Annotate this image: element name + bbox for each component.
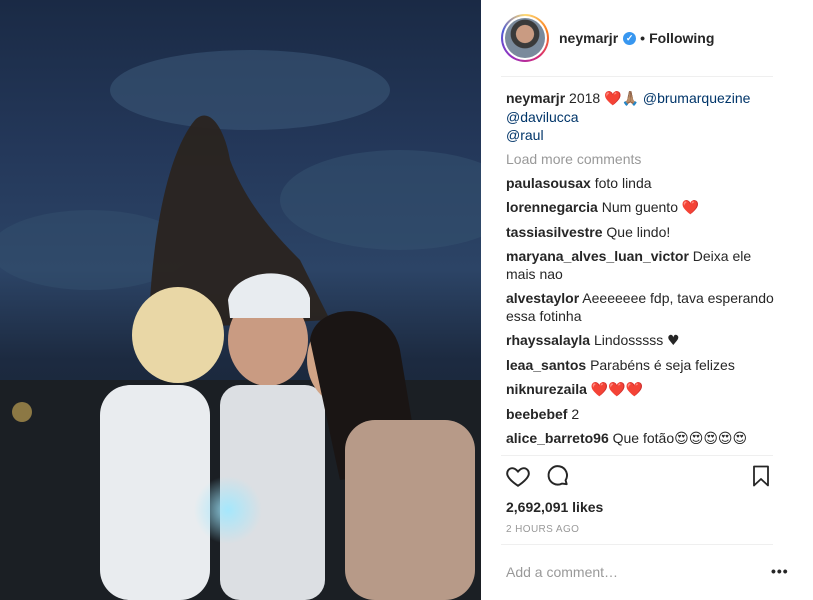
comment-item: alice_barreto96 Que fotão😍😍😍😍😍 bbox=[506, 429, 776, 448]
comment-item: niknurezaila ❤️❤️❤️ bbox=[506, 380, 776, 399]
comment-text: 2 bbox=[571, 406, 580, 422]
mention-link[interactable]: @davilucca bbox=[506, 108, 776, 126]
heart-emoji: ❤️❤️❤️ bbox=[590, 382, 644, 398]
comment-username[interactable]: niknurezaila bbox=[506, 381, 587, 397]
comment-username[interactable]: rhayssalayla bbox=[506, 332, 590, 348]
divider bbox=[501, 544, 773, 545]
verified-badge-icon: ✓ bbox=[623, 31, 637, 45]
comment-username[interactable]: leaa_santos bbox=[506, 357, 586, 373]
comment-username[interactable]: beebebef bbox=[506, 406, 567, 422]
likes-count[interactable]: 2,692,091 likes bbox=[506, 499, 603, 515]
comment-text: Que fotão bbox=[612, 430, 675, 446]
comment-item: alvestaylor Aeeeeeee fdp, tava esperando… bbox=[506, 289, 776, 325]
load-more-comments-button[interactable]: Load more comments bbox=[506, 150, 776, 168]
comment-username[interactable]: alice_barreto96 bbox=[506, 430, 609, 446]
header-separator: • bbox=[640, 30, 646, 46]
comment-text: Que lindo! bbox=[606, 224, 671, 240]
comment-bubble-icon[interactable] bbox=[545, 463, 573, 491]
comment-item: beebebef 2 bbox=[506, 405, 776, 423]
post-timestamp[interactable]: 2 HOURS AGO bbox=[506, 524, 579, 535]
bookmark-icon[interactable] bbox=[749, 463, 777, 491]
comment-item: rhayssalayla Lindosssss ♥ bbox=[506, 331, 776, 350]
comment-item: lorennegarcia Num guento ❤️ bbox=[506, 198, 776, 217]
pray-emoji: 🙏🏽 bbox=[621, 91, 639, 107]
heart-emoji: ❤️ bbox=[604, 91, 622, 107]
comment-text: Lindosssss bbox=[593, 332, 664, 348]
heart-eyes-emoji: 😍😍😍😍😍 bbox=[674, 431, 748, 447]
post-header: neymarjr ✓ • Following bbox=[501, 13, 773, 63]
comment-item: tassiasilvestre Que lindo! bbox=[506, 223, 776, 241]
comment-username[interactable]: lorennegarcia bbox=[506, 199, 598, 215]
divider bbox=[501, 455, 773, 456]
caption-username[interactable]: neymarjr bbox=[506, 90, 565, 106]
mention-link[interactable]: @raul bbox=[506, 126, 776, 144]
caption-text: 2018 bbox=[569, 90, 605, 106]
comment-text: Num guento bbox=[601, 199, 678, 215]
avatar[interactable] bbox=[501, 14, 549, 62]
action-bar bbox=[501, 463, 773, 493]
heart-outline-icon[interactable] bbox=[505, 463, 533, 491]
heart-emoji: ♥ bbox=[667, 333, 680, 349]
comment-item: maryana_alves_luan_victor Deixa ele mais… bbox=[506, 247, 776, 283]
comment-username[interactable]: maryana_alves_luan_victor bbox=[506, 248, 689, 264]
photo-illustration bbox=[0, 50, 481, 600]
add-comment-input[interactable] bbox=[506, 556, 756, 588]
comments-list: neymarjr 2018 ❤️🙏🏽 @brumarquezine @davil… bbox=[506, 89, 776, 454]
comment-username[interactable]: paulasousax bbox=[506, 175, 591, 191]
comment-item: leaa_santos Parabéns é seja felizes bbox=[506, 356, 776, 374]
comment-username[interactable]: tassiasilvestre bbox=[506, 224, 603, 240]
comment-item: paulasousax foto linda bbox=[506, 174, 776, 192]
more-options-icon[interactable]: ••• bbox=[771, 563, 789, 579]
caption: neymarjr 2018 ❤️🙏🏽 @brumarquezine bbox=[506, 89, 776, 108]
heart-emoji: ❤️ bbox=[681, 200, 700, 216]
comment-text: Parabéns é seja felizes bbox=[590, 357, 735, 373]
comment-text: foto linda bbox=[594, 175, 652, 191]
divider bbox=[501, 76, 773, 77]
post-details-panel: neymarjr ✓ • Following neymarjr 2018 ❤️🙏… bbox=[481, 0, 813, 600]
post-username[interactable]: neymarjr bbox=[559, 30, 618, 46]
comment-username[interactable]: alvestaylor bbox=[506, 290, 579, 306]
post-photo[interactable] bbox=[0, 0, 481, 600]
following-button[interactable]: Following bbox=[649, 30, 714, 46]
mention-link[interactable]: @brumarquezine bbox=[643, 90, 751, 106]
